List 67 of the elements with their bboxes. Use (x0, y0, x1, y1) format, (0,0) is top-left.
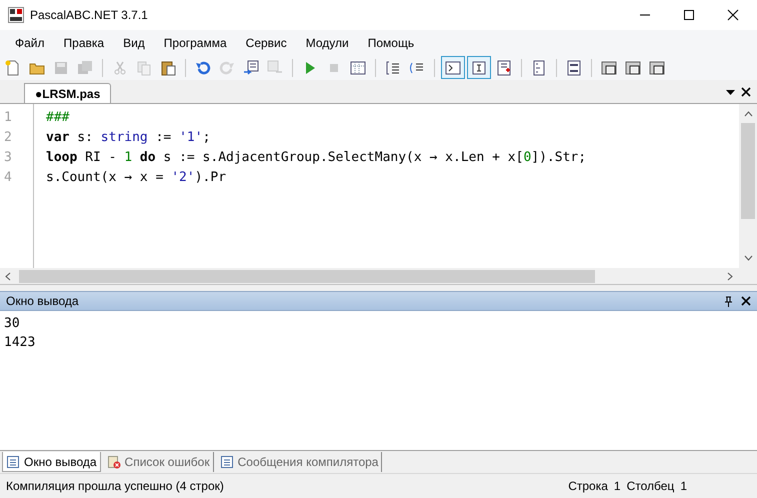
console-button[interactable] (441, 56, 465, 79)
menu-item[interactable]: Вид (116, 34, 152, 52)
list-page-icon (6, 454, 20, 468)
line-number: 2 (4, 129, 12, 147)
vertical-scrollbar[interactable] (739, 104, 757, 268)
output-line: 30 (4, 315, 20, 333)
window-title: PascalABC.NET 3.7.1 (30, 7, 148, 24)
menu-item[interactable]: Модули (298, 34, 356, 52)
cursor-box-icon (471, 60, 487, 76)
clipboard-icon (160, 60, 176, 76)
document-icon (649, 60, 665, 76)
grid-icon (350, 60, 366, 76)
scrollbar-thumb[interactable] (741, 123, 755, 219)
scissors-icon (112, 60, 128, 76)
indent-icon (267, 60, 283, 76)
status-label: Строка (568, 478, 608, 494)
document-icon (625, 60, 641, 76)
file-tab[interactable]: ●LRSM.pas (24, 83, 112, 103)
code-line: var s: string := '1'; (46, 129, 210, 147)
menu-item[interactable]: Программа (156, 34, 234, 52)
outdent-icon (243, 60, 259, 76)
code-block-icon (566, 60, 582, 76)
status-label: Столбец (626, 478, 674, 494)
document-icon (601, 60, 617, 76)
close-icon[interactable] (741, 296, 751, 306)
menu-item[interactable]: Файл (8, 34, 52, 52)
copy-icon (136, 60, 152, 76)
menu-item[interactable]: Помощь (360, 34, 422, 52)
output-line: 1423 (4, 334, 36, 352)
console-icon (445, 60, 461, 76)
panel-tab[interactable]: Сообщения компилятора (216, 452, 382, 472)
panel-title: Окно вывода (6, 293, 79, 310)
pin-icon[interactable] (724, 296, 733, 306)
code-line: ### (46, 109, 70, 127)
panel-tab[interactable]: Окно вывода (2, 452, 101, 472)
page-list-icon (531, 60, 547, 76)
disks-icon (77, 60, 93, 76)
menu-item[interactable]: Сервис (238, 34, 294, 52)
scroll-left-icon[interactable] (4, 272, 13, 280)
file-icon (5, 60, 21, 76)
close-icon[interactable] (741, 87, 751, 97)
list-page-icon (220, 455, 234, 469)
undo-icon (195, 60, 211, 76)
status-message: Компиляция прошла успешно (4 строк) (6, 478, 224, 494)
menu-item[interactable]: Правка (56, 34, 112, 52)
redo-icon (219, 60, 235, 76)
scroll-down-icon[interactable] (744, 253, 752, 262)
line-number: 3 (4, 149, 12, 167)
bracket-list-icon (385, 60, 401, 76)
dropdown-icon[interactable] (726, 88, 735, 97)
status-value: 1 (614, 478, 621, 494)
text-plus-icon (496, 60, 512, 76)
scrollbar-thumb[interactable] (19, 270, 595, 282)
maximize-icon[interactable] (683, 9, 695, 21)
page-error-icon (106, 455, 121, 469)
app-icon (8, 7, 24, 23)
scroll-right-icon[interactable] (725, 272, 734, 280)
close-icon[interactable] (727, 9, 739, 21)
code-line: loop RI - 1 do s := s.AdjacentGroup.SelectMany(x → x.Len + x[0]).Str; (46, 149, 586, 167)
cursor-box-button[interactable] (467, 56, 491, 79)
scroll-up-icon[interactable] (744, 110, 752, 119)
status-value: 1 (680, 478, 687, 494)
horizontal-scrollbar[interactable] (0, 268, 757, 285)
code-line: s.Count(x → x = '2').Pr (46, 169, 226, 187)
line-number: 1 (4, 109, 12, 127)
panel-tab[interactable]: Список ошибок (104, 452, 214, 472)
line-number: 4 (4, 169, 12, 187)
